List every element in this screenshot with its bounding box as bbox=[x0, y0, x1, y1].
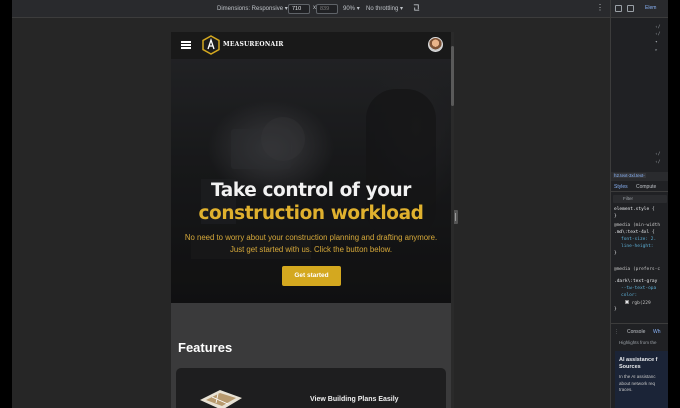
element-style-rule[interactable]: element.style { bbox=[614, 207, 655, 212]
rule-close: } bbox=[614, 307, 617, 312]
whats-new-highlights: Highlights from the bbox=[619, 340, 657, 345]
page-scrollbar[interactable] bbox=[451, 32, 454, 408]
selector-1[interactable]: .md\:text-4xl { bbox=[614, 230, 655, 235]
features-heading: Features bbox=[178, 340, 233, 355]
tab-elements[interactable]: Elem bbox=[645, 5, 656, 11]
hamburger-menu-icon[interactable] bbox=[181, 41, 191, 49]
feature-card-title: View Building Plans Easily bbox=[310, 396, 399, 403]
hero-subtitle-line2: Just get started with us. Click the butt… bbox=[229, 244, 393, 254]
emulated-page: MEASUREONAIR Take control of your constr… bbox=[171, 32, 451, 408]
dimensions-label: Dimensions: Responsive bbox=[217, 6, 284, 12]
css-property[interactable]: color: bbox=[621, 293, 637, 298]
breadcrumb-item[interactable]: h2.text-3xl.text- bbox=[613, 173, 646, 178]
screen-left-border bbox=[0, 0, 12, 408]
height-input[interactable]: 839 bbox=[316, 4, 338, 14]
hero-subtitle: No need to worry about your construction… bbox=[177, 232, 445, 255]
tab-styles[interactable]: Styles bbox=[614, 184, 628, 190]
feature-card[interactable]: View Building Plans Easily bbox=[176, 368, 446, 408]
scrollbar-thumb[interactable] bbox=[451, 46, 454, 106]
screen-right-border bbox=[668, 0, 680, 408]
ai-card-body-line3: traces. bbox=[619, 387, 633, 392]
tab-whats-new[interactable]: Wh bbox=[653, 329, 661, 335]
tab-computed[interactable]: Compute bbox=[636, 184, 656, 190]
ai-card-body-line2: about network req bbox=[619, 380, 656, 386]
zoom-label: 90% bbox=[343, 6, 356, 12]
user-avatar[interactable] bbox=[428, 37, 443, 52]
ai-card-title-line2: Sources bbox=[619, 364, 641, 370]
drawer-menu-icon[interactable]: ⋮ bbox=[614, 329, 619, 335]
css-property[interactable]: font-size: 2. bbox=[621, 237, 656, 242]
hero-title: Take control of your construction worklo… bbox=[171, 179, 451, 225]
throttling-dropdown[interactable]: No throttling ▾ bbox=[366, 5, 403, 12]
color-swatch-value[interactable]: rgb(229 bbox=[625, 300, 651, 306]
css-property[interactable]: line-height: bbox=[621, 244, 654, 249]
logo-icon[interactable] bbox=[202, 35, 220, 55]
zoom-dropdown[interactable]: 90% ▾ bbox=[343, 5, 360, 12]
logo-text[interactable]: MEASUREONAIR bbox=[223, 41, 284, 48]
ai-card-body-line1: In the AI assistanc bbox=[619, 374, 656, 379]
hero-title-highlight: construction workload bbox=[198, 203, 424, 224]
chevron-down-icon: ▾ bbox=[400, 6, 404, 12]
css-property[interactable]: --tw-text-opa bbox=[621, 286, 656, 291]
selector-2[interactable]: .dark\:text-gray bbox=[614, 279, 657, 284]
ai-assistance-card[interactable]: AI assistance f Sources In the AI assist… bbox=[615, 351, 668, 408]
inspect-element-icon[interactable] bbox=[615, 5, 622, 12]
hero-title-line1: Take control of your bbox=[210, 180, 412, 201]
device-toggle-icon[interactable] bbox=[627, 5, 634, 12]
building-plan-image bbox=[200, 390, 242, 408]
css-color-value: rgb(229 bbox=[631, 301, 651, 306]
media-rule-2[interactable]: @media (prefers-c bbox=[614, 267, 660, 272]
dom-tree[interactable]: ‹/ ‹/ ▾ ▸ ‹/ ‹/ bbox=[611, 20, 668, 170]
dimensions-dropdown[interactable]: Dimensions: Responsive ▾ bbox=[217, 5, 288, 12]
site-navbar: MEASUREONAIR bbox=[171, 32, 451, 59]
ai-card-title-line1: AI assistance f bbox=[619, 357, 658, 363]
devtools-drawer: ⋮ Console Wh Highlights from the AI assi… bbox=[611, 323, 668, 408]
devtools-tabbar: Elem bbox=[611, 0, 668, 18]
throttling-label: No throttling bbox=[366, 6, 399, 12]
device-toolbar: Dimensions: Responsive ▾ 710 x 839 90% ▾… bbox=[12, 0, 610, 18]
get-started-button[interactable]: Get started bbox=[282, 266, 341, 286]
hero-section: Take control of your construction worklo… bbox=[171, 59, 451, 303]
dom-breadcrumb[interactable]: h2.text-3xl.text- bbox=[611, 172, 668, 181]
more-options-icon[interactable]: ⋮ bbox=[596, 3, 604, 12]
chevron-down-icon: ▾ bbox=[356, 6, 360, 12]
tab-console[interactable]: Console bbox=[627, 329, 645, 335]
styles-filter-input[interactable]: Filter bbox=[613, 195, 667, 203]
ai-card-body: In the AI assistanc about network req tr… bbox=[619, 374, 656, 394]
element-style-close: } bbox=[614, 214, 617, 219]
rotate-icon[interactable] bbox=[412, 3, 421, 14]
media-rule-1[interactable]: @media (min-width bbox=[614, 223, 660, 228]
rule-close: } bbox=[614, 251, 617, 256]
devtools-panel: Elem ‹/ ‹/ ▾ ▸ ‹/ ‹/ h2.text-3xl.text- S… bbox=[610, 0, 668, 408]
width-input[interactable]: 710 bbox=[288, 4, 310, 14]
ai-card-title: AI assistance f Sources bbox=[619, 357, 658, 371]
styles-subtabs: Styles Compute bbox=[611, 182, 668, 192]
hero-subtitle-line1: No need to worry about your construction… bbox=[184, 233, 438, 242]
